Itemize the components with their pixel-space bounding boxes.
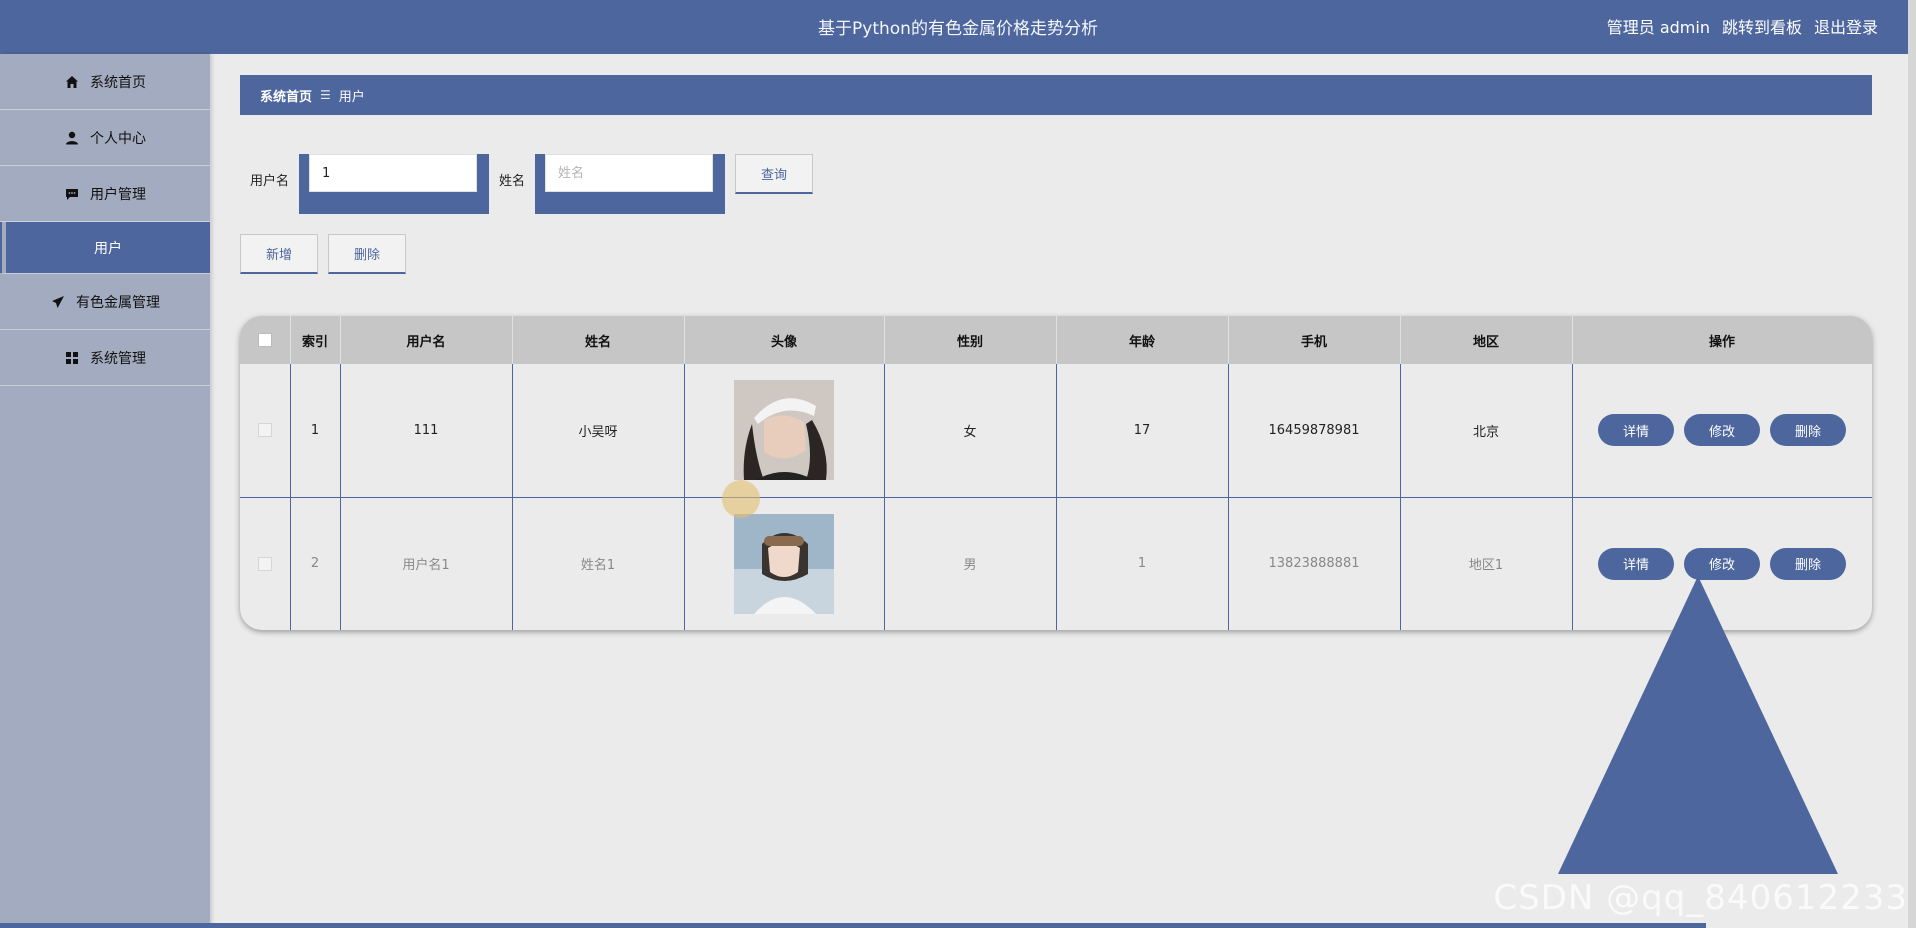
admin-label: 管理员 admin <box>1606 18 1710 37</box>
delete-button[interactable]: 删除 <box>1770 414 1846 447</box>
sidebar-item-label: 用户 <box>94 240 122 257</box>
add-button[interactable]: 新增 <box>240 234 318 274</box>
age-cell: 1 <box>1056 497 1229 630</box>
row-checkbox[interactable] <box>257 556 272 571</box>
row-select-cell <box>240 364 291 498</box>
column-header: 用户名 <box>340 316 513 364</box>
phone-cell: 16459878981 <box>1228 364 1401 498</box>
edit-button[interactable]: 修改 <box>1684 547 1760 580</box>
username-field-wrapper <box>299 154 490 214</box>
detail-button[interactable]: 详情 <box>1598 414 1674 447</box>
sidebar-item-system-management[interactable]: 系统管理 <box>0 330 210 386</box>
breadcrumb: 系统首页 ☰ 用户 <box>240 75 1872 115</box>
sidebar-item-label: 有色金属管理 <box>76 294 160 311</box>
sidebar-item-label: 系统首页 <box>90 74 146 91</box>
user-icon <box>64 130 80 146</box>
gender-cell: 女 <box>884 364 1057 498</box>
name-cell: 小吴呀 <box>512 364 685 498</box>
table-header-row: 索引 用户名 姓名 头像 性别 年龄 手机 地区 操作 <box>240 316 1872 364</box>
column-header: 手机 <box>1228 316 1401 364</box>
header-user-area: 管理员 admin 跳转到看板 退出登录 <box>1607 14 1878 38</box>
logout-link[interactable]: 退出登录 <box>1814 14 1878 38</box>
mouse-cursor-highlight <box>722 480 760 518</box>
username-cell: 用户名1 <box>340 497 513 630</box>
sidebar-item-label: 系统管理 <box>90 350 146 367</box>
sidebar-item-user-management[interactable]: 用户管理 <box>0 166 210 222</box>
username-cell: 111 <box>340 364 513 498</box>
avatar-cell <box>684 364 885 498</box>
chat-icon <box>64 186 80 202</box>
delete-button[interactable]: 删除 <box>1770 547 1846 580</box>
sidebar-item-users[interactable]: 用户 <box>0 222 210 274</box>
name-search-input[interactable] <box>545 154 714 192</box>
batch-delete-button[interactable]: 删除 <box>328 234 406 274</box>
action-buttons: 新增 删除 <box>240 234 406 274</box>
breadcrumb-home[interactable]: 系统首页 <box>260 86 312 105</box>
column-header: 地区 <box>1400 316 1573 364</box>
home-icon <box>64 74 80 90</box>
index-cell: 1 <box>290 364 341 498</box>
sidebar-item-home[interactable]: 系统首页 <box>0 54 210 110</box>
row-select-cell <box>240 497 291 630</box>
region-cell: 地区1 <box>1400 497 1573 630</box>
phone-cell: 13823888881 <box>1228 497 1401 630</box>
search-bar: 用户名 姓名 查询 <box>250 154 814 222</box>
detail-button[interactable]: 详情 <box>1598 547 1674 580</box>
sidebar: 系统首页 个人中心 用户管理 用户 有色金属管理 系统管理 <box>0 54 210 928</box>
operations-cell: 详情 修改 删除 <box>1572 364 1872 498</box>
avatar <box>734 380 834 481</box>
gender-cell: 男 <box>884 497 1057 630</box>
grid-icon <box>64 350 80 366</box>
top-header: 基于Python的有色金属价格走势分析 管理员 admin 跳转到看板 退出登录 <box>0 0 1916 54</box>
age-cell: 17 <box>1056 364 1229 498</box>
decorative-triangle <box>1558 576 1838 874</box>
select-all-checkbox[interactable] <box>257 333 272 347</box>
column-header: 头像 <box>684 316 885 364</box>
sidebar-item-metal-management[interactable]: 有色金属管理 <box>0 274 210 330</box>
region-cell: 北京 <box>1400 364 1573 498</box>
row-checkbox[interactable] <box>257 423 272 438</box>
sidebar-item-label: 个人中心 <box>90 130 146 147</box>
column-header: 年龄 <box>1056 316 1229 364</box>
column-header: 索引 <box>290 316 341 364</box>
bottom-bar <box>0 923 1706 928</box>
query-button[interactable]: 查询 <box>735 154 814 194</box>
avatar-cell <box>684 497 885 630</box>
breadcrumb-current: 用户 <box>338 89 365 105</box>
username-label: 用户名 <box>250 174 290 189</box>
breadcrumb-separator-icon: ☰ <box>320 88 331 102</box>
edit-button[interactable]: 修改 <box>1684 414 1760 447</box>
column-header: 性别 <box>884 316 1057 364</box>
name-cell: 姓名1 <box>512 497 685 630</box>
table-row: 1 111 小吴呀 女 17 16459878981 北京 详情 修改 删除 <box>240 364 1872 498</box>
column-header: 姓名 <box>512 316 685 364</box>
select-all-header <box>240 316 291 364</box>
paper-plane-icon <box>50 294 66 310</box>
watermark: CSDN @qq_840612233 <box>1493 878 1908 918</box>
name-field-wrapper <box>535 154 726 214</box>
index-cell: 2 <box>290 497 341 630</box>
name-label: 姓名 <box>499 174 526 189</box>
page-scrollbar[interactable] <box>1908 0 1916 928</box>
avatar <box>734 513 834 614</box>
dashboard-link[interactable]: 跳转到看板 <box>1722 14 1802 38</box>
sidebar-item-label: 用户管理 <box>90 186 146 203</box>
username-search-input[interactable] <box>309 154 478 192</box>
column-header: 操作 <box>1572 316 1872 364</box>
sidebar-item-profile[interactable]: 个人中心 <box>0 110 210 166</box>
